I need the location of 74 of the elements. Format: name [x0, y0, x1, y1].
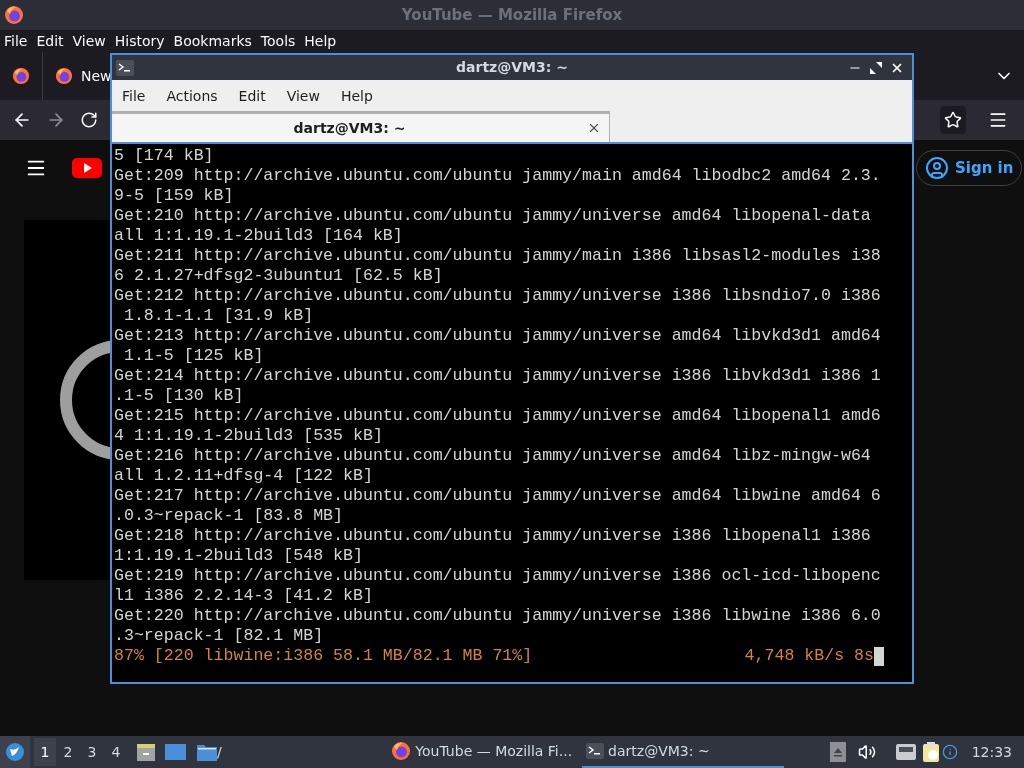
output-line: Get:220 http://archive.ubuntu.com/ubuntu jammy/universe i386 libwine i386 6.0 — [114, 606, 881, 626]
output-line: 1:1.19.1-2build3 [548 kB] — [114, 546, 363, 566]
menu-item[interactable]: Actions — [166, 85, 218, 107]
folder-path-label[interactable]: / — [217, 741, 222, 763]
close-tab-icon[interactable] — [587, 121, 601, 135]
folder-icon[interactable] — [197, 743, 217, 761]
eject-icon — [832, 747, 843, 757]
output-line: Get:211 http://archive.ubuntu.com/ubuntu jammy/main i386 libsasl2-modules i38 — [114, 246, 881, 266]
output-line: 9-5 [159 kB] — [114, 186, 234, 206]
tab-favicon — [55, 67, 73, 85]
app-menu-icon[interactable] — [988, 110, 1008, 130]
window-title: dartz@VM3: ~ — [456, 58, 568, 77]
notification-icon[interactable] — [941, 744, 958, 760]
taskbar-window-button[interactable]: dartz@VM3: ~ — [582, 736, 784, 768]
menu-item[interactable]: Tools — [260, 30, 296, 52]
logo-icon — [72, 158, 102, 178]
workspace-button[interactable]: 4 — [104, 738, 128, 766]
file-cabinet-icon[interactable] — [136, 742, 156, 762]
output-line: .0.3~repack-1 [83.8 MB] — [114, 506, 344, 526]
maximize-icon[interactable] — [870, 61, 882, 74]
menu-item[interactable]: Edit — [36, 30, 64, 52]
menu-item[interactable]: View — [72, 30, 106, 52]
output-line: Get:214 http://archive.ubuntu.com/ubuntu jammy/universe i386 libvkd3d1 i386 1 — [114, 366, 881, 386]
cursor — [874, 646, 884, 666]
volume-icon[interactable] — [857, 743, 876, 761]
output-line: Get:209 http://archive.ubuntu.com/ubuntu jammy/main amd64 libodbc2 amd64 2.3. — [114, 166, 881, 186]
reload-icon[interactable] — [80, 111, 98, 129]
output-line: Get:217 http://archive.ubuntu.com/ubuntu jammy/universe amd64 libwine amd64 6 — [114, 486, 881, 506]
clock[interactable]: 12:33 — [971, 741, 1012, 763]
terminal-tab[interactable]: dartz@VM3: ~ — [112, 111, 610, 142]
output-line: all 1.2.11+dfsg-4 [122 kB] — [114, 466, 373, 486]
taskbar-window-button[interactable]: YouTube — Mozilla Fi... — [387, 736, 577, 768]
output-line: Get:213 http://archive.ubuntu.com/ubuntu jammy/universe amd64 libvkd3d1 amd64 — [114, 326, 881, 346]
network-icon[interactable] — [895, 744, 916, 760]
progress-status: 87% [220 libwine:i386 58.1 MB/82.1 MB 71%] — [114, 646, 533, 666]
workspace-button[interactable]: 1 — [34, 738, 56, 766]
firefox-icon — [4, 5, 24, 25]
menu-item[interactable]: View — [286, 85, 320, 107]
output-line: 1.1-5 [125 kB] — [122, 346, 264, 366]
output-line: 5 [174 kB] — [114, 146, 214, 166]
menu-item[interactable]: Edit — [238, 85, 266, 107]
menu-item[interactable]: Bookmarks — [173, 30, 252, 52]
eject-button[interactable] — [829, 742, 846, 762]
output-line: Get:215 http://archive.ubuntu.com/ubuntu jammy/universe amd64 libopenal1 amd6 — [114, 406, 881, 426]
menu-item[interactable]: File — [4, 30, 28, 52]
output-line: 6 2.1.27+dfsg2-3ubuntu1 [62.5 kB] — [114, 266, 443, 286]
output-line: Get:210 http://archive.ubuntu.com/ubuntu jammy/universe amd64 libopenal-data — [114, 206, 871, 226]
menu-item[interactable]: History — [114, 30, 165, 52]
menu-item[interactable]: Help — [340, 85, 373, 107]
output-line: Get:218 http://archive.ubuntu.com/ubuntu jammy/universe i386 libopenal1 i386 — [114, 526, 871, 546]
terminal-app-icon — [116, 59, 134, 76]
output-line: Get:219 http://archive.ubuntu.com/ubuntu jammy/universe i386 ocl-icd-libopenc — [114, 566, 881, 586]
output-line: Get:212 http://archive.ubuntu.com/ubuntu jammy/universe i386 libsndio7.0 i386 — [114, 286, 881, 306]
menu-item[interactable]: File — [122, 85, 146, 107]
bird-icon — [5, 742, 25, 762]
terminal-icon — [586, 743, 605, 759]
bookmark-star-button[interactable] — [940, 106, 966, 134]
output-line: l1 i386 2.2.14-3 [41.2 kB] — [114, 586, 373, 606]
output-line: .3~repack-1 [82.1 MB] — [114, 626, 324, 646]
output-line: 1.8.1-1.1 [31.9 kB] — [122, 306, 314, 326]
window-title: YouTube — Mozilla Firefox — [401, 4, 623, 26]
start-menu-button[interactable] — [0, 736, 30, 768]
output-line: 4 1:1.19.1-2build3 [535 kB] — [114, 426, 383, 446]
output-line: all 1:1.19.1-2build3 [164 kB] — [114, 226, 403, 246]
output-line: .1-5 [130 kB] — [114, 386, 244, 406]
clipboard-icon[interactable] — [921, 741, 940, 763]
firefox-icon — [391, 741, 412, 761]
firefox-view-icon — [12, 67, 30, 85]
workspace-button[interactable]: 3 — [80, 738, 104, 766]
download-speed: 4,748 kB/s 8s — [744, 646, 874, 666]
output-line: Get:216 http://archive.ubuntu.com/ubuntu jammy/universe amd64 libz-mingw-w64 — [114, 446, 871, 466]
workspace-button[interactable]: 2 — [56, 738, 80, 766]
user-icon — [925, 156, 949, 180]
menu-item[interactable]: Help — [304, 30, 337, 52]
